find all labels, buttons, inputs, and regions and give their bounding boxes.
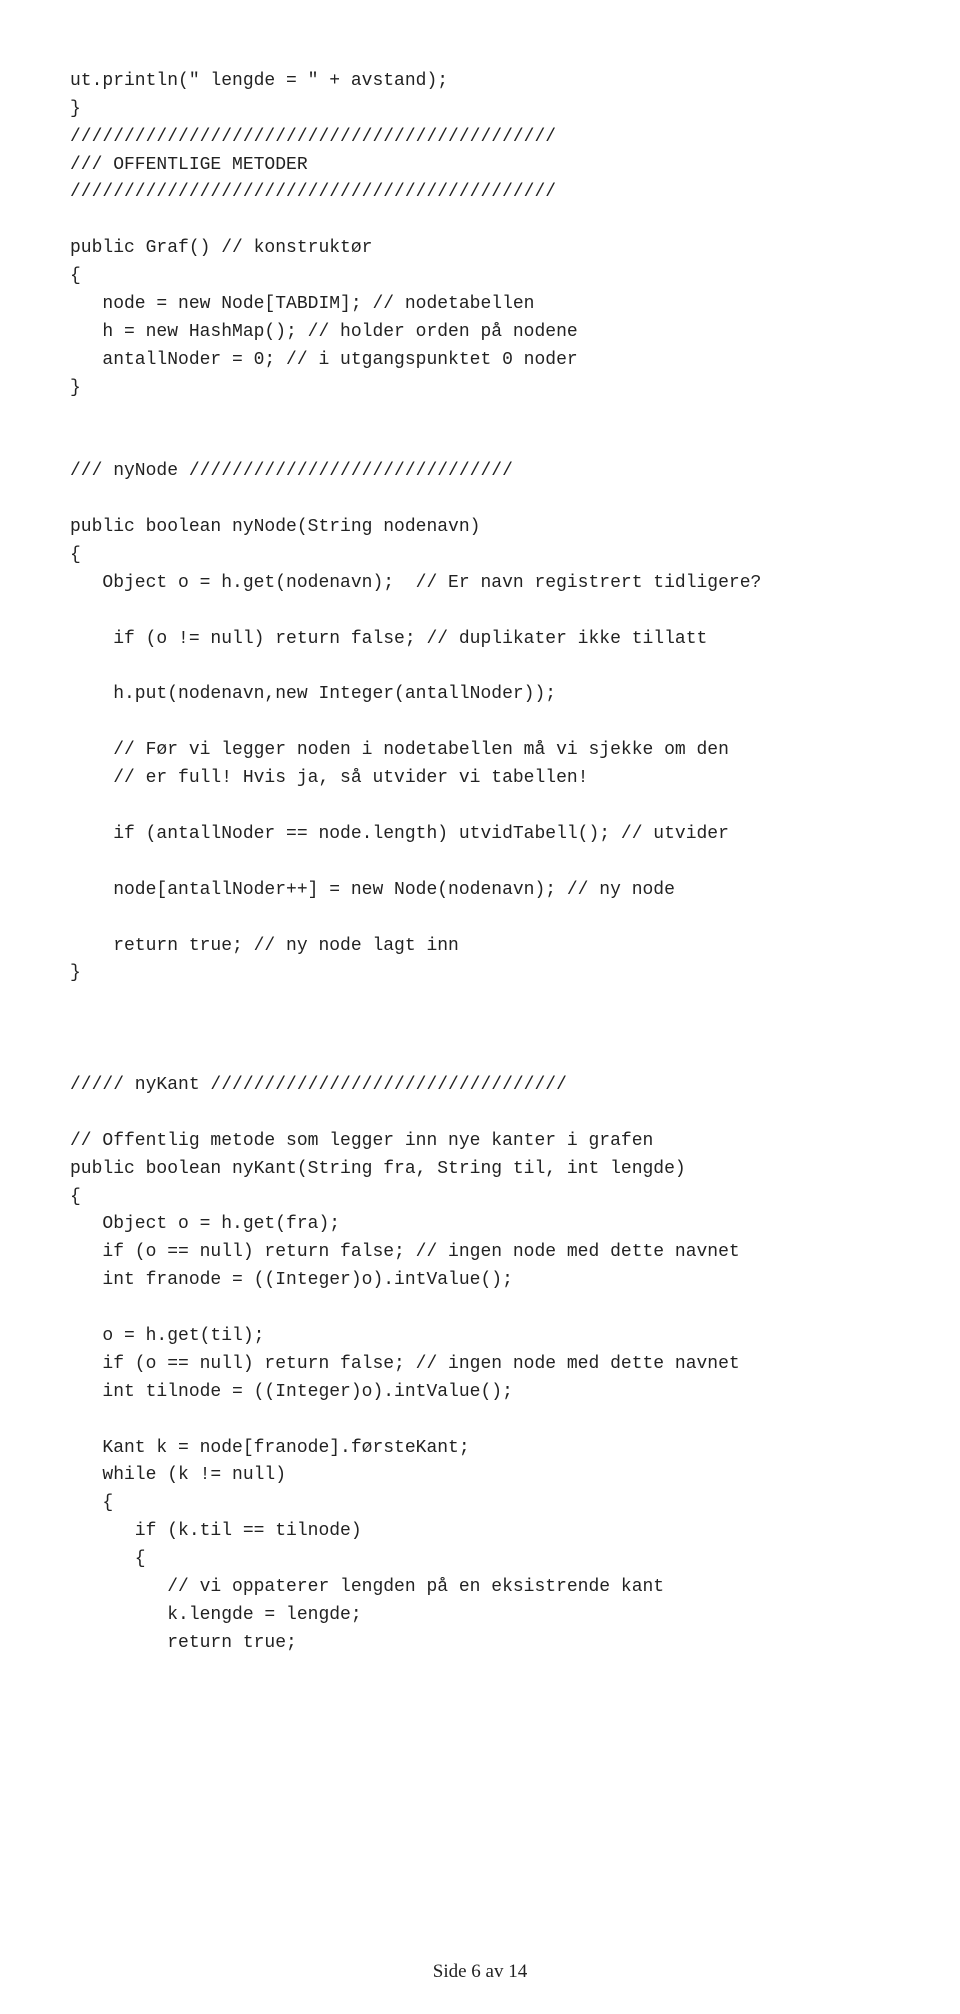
code-line: public boolean nyNode(String nodenavn) — [70, 517, 480, 537]
code-line: return true; // ny node lagt inn — [70, 936, 459, 956]
code-line: { — [70, 266, 81, 286]
code-line: ///// nyKant ///////////////////////////… — [70, 1075, 567, 1095]
code-line: ////////////////////////////////////////… — [70, 182, 556, 202]
code-line: } — [70, 963, 81, 983]
code-line: // Offentlig metode som legger inn nye k… — [70, 1131, 653, 1151]
code-line: { — [70, 1493, 113, 1513]
code-line: Object o = h.get(fra); — [70, 1214, 340, 1234]
code-block: ut.println(" lengde = " + avstand); } //… — [70, 40, 890, 1658]
code-line: return true; — [70, 1633, 297, 1653]
page-footer: Side 6 av 14 — [0, 1957, 960, 1986]
code-line: public boolean nyKant(String fra, String… — [70, 1159, 686, 1179]
code-line: h = new HashMap(); // holder orden på no… — [70, 322, 578, 342]
code-line: antallNoder = 0; // i utgangspunktet 0 n… — [70, 350, 578, 370]
code-line: public Graf() // konstruktør — [70, 238, 372, 258]
code-line: int tilnode = ((Integer)o).intValue(); — [70, 1382, 513, 1402]
code-line: while (k != null) — [70, 1465, 286, 1485]
code-line: if (o == null) return false; // ingen no… — [70, 1354, 740, 1374]
page-number: Side 6 av 14 — [433, 1961, 527, 1982]
code-line: o = h.get(til); — [70, 1326, 264, 1346]
code-line: /// nyNode /////////////////////////////… — [70, 461, 513, 481]
code-line: } — [70, 99, 81, 119]
code-line: // Før vi legger noden i nodetabellen må… — [70, 740, 729, 760]
code-line: k.lengde = lengde; — [70, 1605, 362, 1625]
code-line: // er full! Hvis ja, så utvider vi tabel… — [70, 768, 588, 788]
code-line: node[antallNoder++] = new Node(nodenavn)… — [70, 880, 675, 900]
code-line: node = new Node[TABDIM]; // nodetabellen — [70, 294, 534, 314]
code-line: h.put(nodenavn,new Integer(antallNoder))… — [70, 684, 556, 704]
code-line: if (o == null) return false; // ingen no… — [70, 1242, 740, 1262]
code-line: if (o != null) return false; // duplikat… — [70, 629, 707, 649]
code-line: ut.println(" lengde = " + avstand); — [70, 71, 448, 91]
code-line: { — [70, 1549, 146, 1569]
code-line: ////////////////////////////////////////… — [70, 127, 556, 147]
document-page: ut.println(" lengde = " + avstand); } //… — [0, 0, 960, 2014]
code-line: int franode = ((Integer)o).intValue(); — [70, 1270, 513, 1290]
code-line: { — [70, 545, 81, 565]
code-line: { — [70, 1187, 81, 1207]
code-line: /// OFFENTLIGE METODER — [70, 155, 308, 175]
code-line: // vi oppaterer lengden på en eksistrend… — [70, 1577, 664, 1597]
code-line: if (antallNoder == node.length) utvidTab… — [70, 824, 729, 844]
code-line: Kant k = node[franode].førsteKant; — [70, 1438, 470, 1458]
code-line: Object o = h.get(nodenavn); // Er navn r… — [70, 573, 761, 593]
code-line: } — [70, 378, 81, 398]
code-line: if (k.til == tilnode) — [70, 1521, 362, 1541]
